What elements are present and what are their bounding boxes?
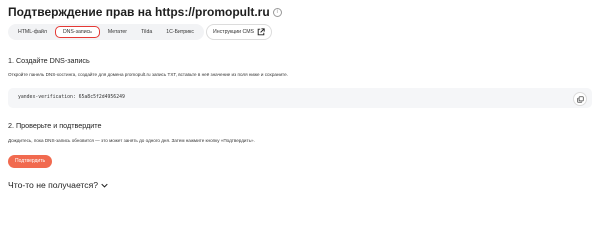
confirm-button[interactable]: Подтвердить: [8, 155, 53, 168]
cms-instructions-label: Инструкции CMS: [213, 29, 254, 35]
chevron-down-icon: [101, 180, 108, 190]
tab-tilda[interactable]: Tilda: [135, 26, 158, 38]
tab-dns-record[interactable]: DNS-запись: [54, 26, 100, 38]
tab-1c-bitrix[interactable]: 1С-Битрикс: [160, 26, 200, 38]
trouble-label: Что-то не получается?: [8, 180, 99, 190]
external-link-icon: [257, 23, 265, 41]
tab-html-file[interactable]: HTML-файл: [12, 26, 53, 38]
step1-description: Откройте панель DNS-хостинга, создайте д…: [8, 72, 288, 77]
step2-description: Дождитесь, пока DNS-запись обновится — э…: [8, 138, 255, 143]
copy-icon: [576, 90, 584, 108]
info-icon[interactable]: i: [272, 7, 282, 17]
copy-button[interactable]: [573, 92, 587, 106]
step2-heading: 2. Проверьте и подтвердите: [8, 121, 102, 130]
verification-method-tabs: HTML-файл DNS-запись Метатег Tilda 1С-Би…: [8, 24, 204, 40]
page-title: Подтверждение прав на https://promopult.…: [8, 5, 282, 19]
trouble-toggle[interactable]: Что-то не получается?: [8, 180, 108, 190]
dns-record-value[interactable]: yandex-verification: 65a8c5f2d4956249: [18, 95, 125, 100]
dns-record-code-box: yandex-verification: 65a8c5f2d4956249: [8, 88, 592, 108]
cms-instructions-button[interactable]: Инструкции CMS: [206, 24, 272, 40]
tab-metatag[interactable]: Метатег: [102, 26, 133, 38]
page-title-text: Подтверждение прав на https://promopult.…: [8, 5, 270, 19]
step1-heading: 1. Создайте DNS-запись: [8, 56, 90, 65]
